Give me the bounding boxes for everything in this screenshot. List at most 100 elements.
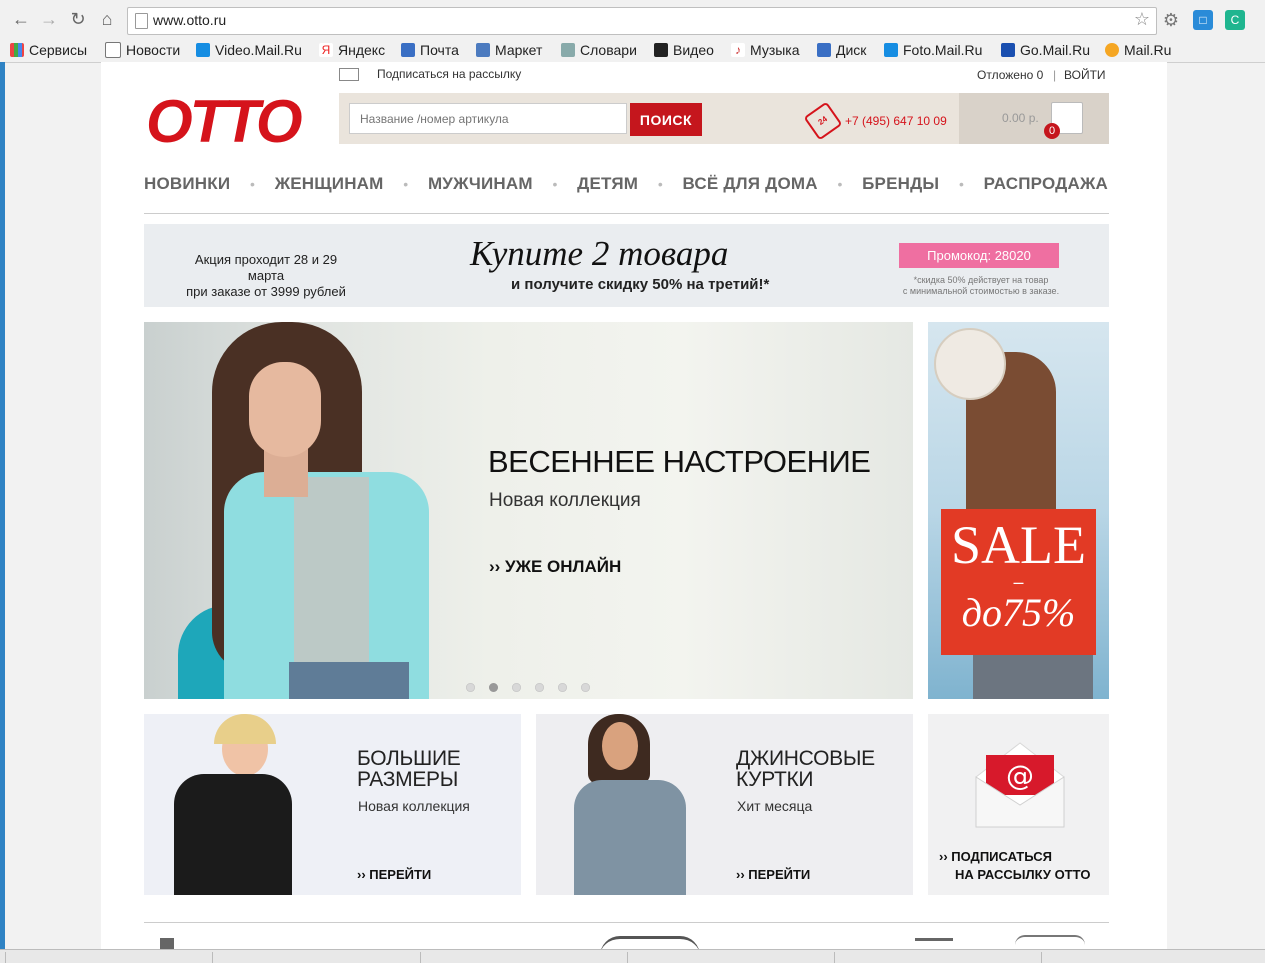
page-icon [105,42,121,58]
phone-contact[interactable]: 24 +7 (495) 647 10 09 [803,101,947,141]
envelope-icon [401,43,415,57]
promo-footnote-line: *скидка 50% действует на товар [913,275,1049,285]
promo-code-badge: Промокод: 28020 [899,243,1059,268]
denim-jackets-tile[interactable]: ДЖИНСОВЫЕ КУРТКИ Хит месяца ›› ПЕРЕЙТИ [536,714,913,895]
slider-dot[interactable] [512,683,521,692]
go-mail-icon [1001,43,1015,57]
slider-dot[interactable] [535,683,544,692]
promo-conditions-line: Акция проходит 28 и 29 марта [194,252,338,283]
plus-sizes-tile[interactable]: БОЛЬШИЕ РАЗМЕРЫ Новая коллекция ›› ПЕРЕЙТ… [144,714,521,895]
slider-dot[interactable] [489,683,498,692]
search-input[interactable] [349,103,627,134]
nav-new[interactable]: НОВИНКИ [144,174,230,194]
page-icon [135,13,148,29]
sale-dash: – [1013,572,1024,592]
tile-title: БОЛЬШИЕ РАЗМЕРЫ [357,748,461,791]
slider-dot[interactable] [466,683,475,692]
main-nav: НОВИНКИ • ЖЕНЩИНАМ • МУЖЧИНАМ • ДЕТЯМ • ВСЁ … [144,172,1108,196]
envelope-at-icon: @ [975,742,1065,828]
tile-title-line: РАЗМЕРЫ [357,768,459,791]
subscribe-link[interactable]: ›› ПОДПИСАТЬСЯ НА РАССЫЛКУ OTTO [939,848,1090,884]
bookmark-dictionaries[interactable]: Словари [561,40,637,60]
bookmark-mail[interactable]: Почта [401,40,459,60]
hero-slider[interactable]: ВЕСЕННЕЕ НАСТРОЕНИЕ Новая коллекция ›› У… [144,322,913,699]
bookmark-news[interactable]: Новости [105,40,180,60]
brand-logo [160,938,174,949]
hero-title: ВЕСЕННЕЕ НАСТРОЕНИЕ [488,444,871,479]
subscribe-tile[interactable]: @ ›› ПОДПИСАТЬСЯ НА РАССЫЛКУ OTTO [928,714,1109,895]
hero-subtitle: Новая коллекция [489,490,641,511]
tile-go-link[interactable]: ›› ПЕРЕЙТИ [357,867,431,882]
bookmark-go-mail[interactable]: Go.Mail.Ru [1001,40,1090,60]
newsletter-link[interactable]: Подписаться на рассылку [339,67,521,81]
cart-count-badge: 0 [1044,123,1060,139]
hero-face-image [249,362,321,457]
tile-title-line: ДЖИНСОВЫЕ [736,747,875,770]
bookmark-services[interactable]: Сервисы [10,40,87,60]
taskbar-separator [420,952,421,963]
bookmark-market[interactable]: Маркет [476,40,542,60]
promo-conditions-line: при заказе от 3999 рублей [186,284,346,299]
taskbar-separator [627,952,628,963]
search-button[interactable]: ПОИСК [630,103,702,136]
c-extension-icon[interactable]: C [1225,10,1245,30]
yandex-icon: Я [319,43,333,57]
slider-dot[interactable] [558,683,567,692]
svg-text:@: @ [1006,759,1034,792]
nav-men[interactable]: МУЖЧИНАМ [428,174,533,194]
at-sign-icon [1105,43,1119,57]
nav-separator: • [959,176,964,192]
promo-headline: Купите 2 товара [470,234,729,273]
saved-items-link[interactable]: Отложено 0 [977,68,1043,82]
taskbar-separator [834,952,835,963]
url-text[interactable]: www.otto.ru [153,12,226,28]
slider-dot[interactable] [581,683,590,692]
nav-brands[interactable]: БРЕНДЫ [862,174,939,194]
bookmark-label: Новости [126,42,181,58]
home-icon[interactable]: ⌂ [96,8,118,30]
bookmark-disk[interactable]: Диск [817,40,866,60]
cart[interactable]: 0.00 р. 0 [959,93,1109,144]
bookmark-yandex[interactable]: Я Яндекс [319,40,385,60]
plus-model-hair-image [214,714,276,744]
search-bar: ПОИСК 24 +7 (495) 647 10 09 0.00 р. 0 [339,93,1109,144]
forward-arrow-icon[interactable]: → [38,8,60,30]
taskbar-separator [1041,952,1042,963]
mail-face-icon [196,43,210,57]
nav-separator: • [552,176,558,192]
bookmark-video-mail[interactable]: Video.Mail.Ru [196,40,302,60]
otto-logo[interactable]: OTTO [146,92,303,152]
bookmark-label: Видео [673,42,714,58]
bookmark-video[interactable]: Видео [654,40,714,60]
tile-title-line: КУРТКИ [736,768,814,791]
sale-banner[interactable]: SALE – до75% [928,322,1109,699]
music-note-icon: ♪ [731,43,745,57]
back-arrow-icon[interactable]: ← [10,8,32,30]
reload-icon[interactable]: ↻ [67,8,89,30]
bookmark-foto-mail[interactable]: Foto.Mail.Ru [884,40,982,60]
os-taskbar [0,949,1265,963]
login-link[interactable]: ВОЙТИ [1064,68,1106,82]
envelope-at-icon [339,67,359,81]
nav-kids[interactable]: ДЕТЯМ [577,174,638,194]
phone-number: +7 (495) 647 10 09 [845,114,947,128]
header-separator: | [1053,68,1057,82]
bookmark-star-icon[interactable]: ☆ [1134,9,1150,30]
promo-subline: и получите скидку 50% на третий!* [511,276,770,293]
tile-go-link[interactable]: ›› ПЕРЕЙТИ [736,867,810,882]
hero-cta-link[interactable]: ›› УЖЕ ОНЛАЙН [489,557,621,577]
promo-banner[interactable]: Акция проходит 28 и 29 марта при заказе … [144,224,1109,307]
address-bar[interactable]: www.otto.ru ☆ [127,7,1157,35]
gear-extension-icon[interactable]: ⚙ [1161,10,1181,30]
nav-women[interactable]: ЖЕНЩИНАМ [275,174,384,194]
bookmark-music[interactable]: ♪ Музыка [731,40,800,60]
nav-home[interactable]: ВСЁ ДЛЯ ДОМА [683,174,818,194]
bookmark-label: Сервисы [29,42,88,58]
error-extension-icon[interactable]: □ [1193,10,1213,30]
bookmark-label: Go.Mail.Ru [1020,42,1091,58]
bookmark-mail-ru[interactable]: Mail.Ru [1105,40,1171,60]
bookmark-label: Маркет [495,42,543,58]
brand-logo [600,936,700,949]
subscribe-line: НА РАССЫЛКУ OTTO [955,867,1091,882]
nav-sale[interactable]: РАСПРОДАЖА [984,174,1108,194]
